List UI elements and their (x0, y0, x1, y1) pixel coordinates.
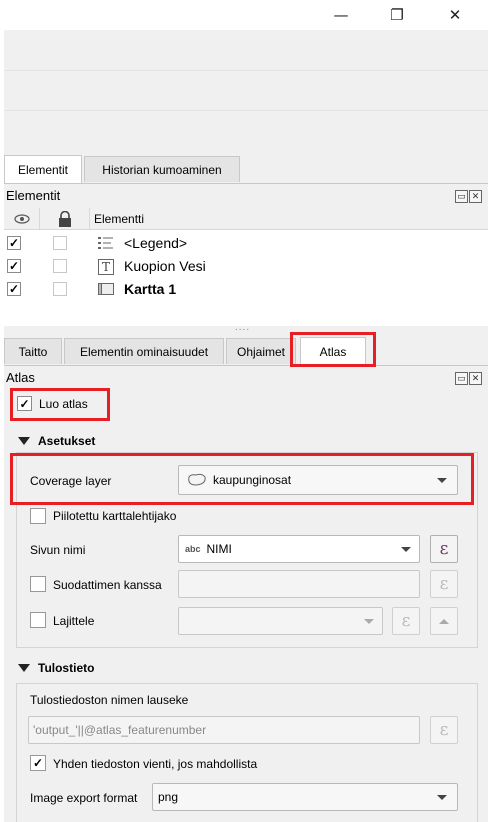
element-label: <Legend> (124, 235, 188, 251)
tab-layout[interactable]: Taitto (4, 338, 62, 364)
toolbar-area (0, 30, 488, 151)
table-row[interactable]: ✓ <Legend> (4, 232, 488, 255)
string-field-icon: abc (185, 544, 201, 554)
highlight-coverage-layer (10, 453, 474, 505)
tab-elements[interactable]: Elementit (4, 155, 82, 183)
tab-divider (4, 183, 488, 184)
collapse-icon (18, 437, 30, 445)
atlas-panel-title: Atlas (6, 370, 35, 385)
single-file-checkbox[interactable]: ✓ (30, 755, 46, 771)
element-label: Kartta 1 (124, 281, 177, 297)
page-name-expression-button[interactable]: ε (430, 535, 458, 563)
filter-checkbox[interactable] (30, 576, 46, 592)
expression-icon: ε (439, 720, 449, 740)
sort-field-select[interactable] (178, 607, 383, 635)
float-panel-icon[interactable]: ▭ (455, 372, 468, 385)
toolbar-row (4, 70, 488, 111)
close-button[interactable]: ✕ (432, 0, 478, 30)
bottom-tab-bar: Taitto Elementin ominaisuudet Ohjaimet A… (4, 337, 488, 366)
legend-icon (98, 235, 114, 251)
elements-table: Elementti ✓ <Legend> ✓ T Kuopion Vesi ✓ … (4, 208, 488, 326)
page-name-label: Sivun nimi (30, 543, 86, 557)
lock-checkbox[interactable] (53, 259, 67, 273)
hidden-coverage-checkbox[interactable] (30, 508, 46, 524)
close-icon: ✕ (448, 6, 462, 24)
single-file-label: Yhden tiedoston vienti, jos mahdollista (53, 757, 258, 771)
chevron-down-icon (437, 795, 447, 800)
tab-undo-history[interactable]: Historian kumoaminen (84, 156, 240, 182)
collapse-icon (18, 664, 30, 672)
filter-expression-input[interactable] (178, 570, 420, 598)
filter-label: Suodattimen kanssa (53, 578, 162, 592)
tab-item-properties[interactable]: Elementin ominaisuudet (64, 338, 224, 364)
table-header: Elementti (4, 208, 488, 230)
table-row[interactable]: ✓ T Kuopion Vesi (4, 255, 488, 278)
minimize-icon: — (333, 6, 349, 24)
sort-ascending-button[interactable] (430, 607, 458, 635)
visibility-checkbox[interactable]: ✓ (7, 282, 21, 296)
table-row[interactable]: ✓ Kartta 1 (4, 278, 488, 301)
lock-checkbox[interactable] (53, 282, 67, 296)
settings-section-header[interactable]: Asetukset (18, 434, 95, 448)
element-label: Kuopion Vesi (124, 258, 206, 274)
eye-icon (13, 213, 30, 224)
visibility-column-header[interactable] (4, 208, 40, 229)
sort-expression-button[interactable]: ε (392, 607, 420, 635)
sort-label: Lajittele (53, 614, 95, 628)
map-icon (98, 281, 114, 297)
filename-expression-value: 'output_'||@atlas_featurenumber (33, 723, 207, 737)
lock-column-header[interactable] (40, 208, 90, 229)
visibility-checkbox[interactable]: ✓ (7, 259, 21, 273)
restore-button[interactable]: ❐ (374, 0, 420, 30)
visibility-checkbox[interactable]: ✓ (7, 236, 21, 250)
element-column-header[interactable]: Elementti (90, 208, 488, 229)
expression-icon: ε (439, 539, 449, 559)
filename-expression-input[interactable]: 'output_'||@atlas_featurenumber (28, 716, 420, 744)
expression-icon: ε (401, 611, 411, 631)
filename-expression-label: Tulostiedoston nimen lauseke (30, 693, 189, 707)
page-name-select[interactable]: abc NIMI (178, 535, 420, 563)
arrow-up-icon (439, 618, 449, 624)
close-panel-icon[interactable]: ✕ (469, 372, 482, 385)
image-export-format-label: Image export format (30, 791, 138, 805)
filter-expression-button[interactable]: ε (430, 570, 458, 598)
chevron-down-icon (364, 619, 374, 624)
elements-dock-buttons: ▭ ✕ (455, 190, 482, 203)
float-panel-icon[interactable]: ▭ (455, 190, 468, 203)
highlight-atlas-tab (290, 332, 376, 367)
restore-icon: ❐ (390, 6, 404, 24)
page-name-value: NIMI (206, 542, 232, 556)
sort-checkbox[interactable] (30, 612, 46, 628)
expression-icon: ε (439, 574, 449, 594)
lock-checkbox[interactable] (53, 236, 67, 250)
splitter-handle[interactable]: .... (235, 322, 250, 333)
chevron-down-icon (401, 547, 411, 552)
tab-divider (4, 365, 488, 366)
top-tab-bar: Elementit Historian kumoaminen (4, 155, 488, 184)
hidden-coverage-label: Piilotettu karttalehtijako (53, 509, 177, 523)
window-title-bar: — ❐ ✕ (0, 0, 488, 30)
minimize-button[interactable]: — (318, 0, 364, 30)
output-section-header[interactable]: Tulostieto (18, 661, 94, 675)
filename-expression-button[interactable]: ε (430, 716, 458, 744)
atlas-dock-buttons: ▭ ✕ (455, 372, 482, 385)
lock-icon (58, 210, 71, 227)
image-export-format-value: png (158, 790, 179, 804)
tab-guides[interactable]: Ohjaimet (226, 338, 296, 364)
close-panel-icon[interactable]: ✕ (469, 190, 482, 203)
elements-panel-title: Elementit (6, 188, 61, 203)
image-export-format-select[interactable]: png (152, 783, 458, 811)
text-icon: T (98, 259, 114, 275)
toolbar-row (4, 110, 488, 151)
highlight-generate-atlas (10, 388, 110, 421)
